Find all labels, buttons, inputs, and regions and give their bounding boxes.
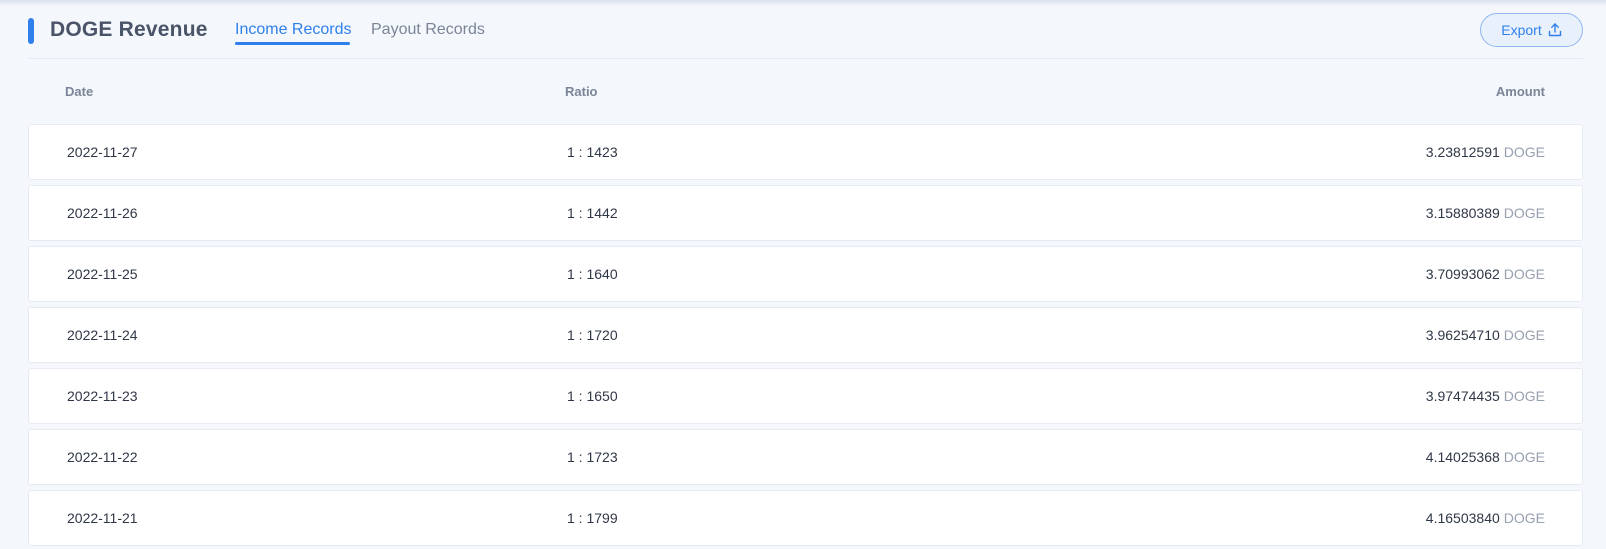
row-amount: 3.97474435 DOGE: [1426, 388, 1545, 404]
title-accent-bar: [28, 18, 34, 44]
row-ratio: 1 : 1723: [567, 449, 618, 465]
column-header-ratio: Ratio: [565, 84, 598, 99]
row-ratio: 1 : 1720: [567, 327, 618, 343]
row-date: 2022-11-26: [67, 205, 138, 221]
row-amount: 4.16503840 DOGE: [1426, 510, 1545, 526]
amount-unit: DOGE: [1503, 144, 1545, 160]
row-ratio: 1 : 1640: [567, 266, 618, 282]
table-row: 2022-11-22 1 : 1723 4.14025368 DOGE: [28, 429, 1583, 485]
row-amount: 3.23812591 DOGE: [1426, 144, 1545, 160]
row-amount: 4.14025368 DOGE: [1426, 449, 1545, 465]
upload-icon: [1548, 23, 1562, 37]
export-button-label: Export: [1501, 22, 1542, 38]
row-ratio: 1 : 1442: [567, 205, 618, 221]
amount-value: 4.16503840: [1425, 510, 1500, 526]
export-button[interactable]: Export: [1480, 13, 1583, 47]
row-date: 2022-11-27: [67, 144, 138, 160]
row-date: 2022-11-21: [67, 510, 138, 526]
table-row: 2022-11-21 1 : 1799 4.16503840 DOGE: [28, 490, 1583, 546]
amount-value: 3.15880389: [1425, 205, 1500, 221]
row-date: 2022-11-25: [67, 266, 138, 282]
row-date: 2022-11-23: [67, 388, 138, 404]
active-tab-indicator: [235, 42, 350, 45]
amount-unit: DOGE: [1503, 510, 1545, 526]
tab-income-records[interactable]: Income Records: [235, 21, 352, 39]
page-title: DOGE Revenue: [50, 18, 208, 41]
row-date: 2022-11-24: [67, 327, 138, 343]
amount-unit: DOGE: [1503, 388, 1545, 404]
column-header-amount: Amount: [1495, 84, 1545, 99]
row-ratio: 1 : 1650: [567, 388, 618, 404]
tab-payout-records[interactable]: Payout Records: [371, 21, 485, 39]
page-header: DOGE Revenue Income Records Payout Recor…: [28, 0, 1583, 59]
row-amount: 3.15880389 DOGE: [1426, 205, 1545, 221]
amount-value: 3.97474435: [1425, 388, 1500, 404]
row-ratio: 1 : 1423: [567, 144, 618, 160]
row-ratio: 1 : 1799: [567, 510, 618, 526]
amount-value: 3.70993062: [1425, 266, 1500, 282]
table-row: 2022-11-24 1 : 1720 3.96254710 DOGE: [28, 307, 1583, 363]
amount-unit: DOGE: [1503, 327, 1545, 343]
table-row: 2022-11-25 1 : 1640 3.70993062 DOGE: [28, 246, 1583, 302]
amount-value: 3.96254710: [1425, 327, 1500, 343]
amount-value: 4.14025368: [1425, 449, 1500, 465]
table-row: 2022-11-27 1 : 1423 3.23812591 DOGE: [28, 124, 1583, 180]
table-row: 2022-11-23 1 : 1650 3.97474435 DOGE: [28, 368, 1583, 424]
column-header-date: Date: [65, 84, 94, 99]
amount-unit: DOGE: [1503, 449, 1545, 465]
amount-unit: DOGE: [1503, 205, 1545, 221]
row-amount: 3.70993062 DOGE: [1426, 266, 1545, 282]
amount-value: 3.23812591: [1425, 144, 1500, 160]
row-amount: 3.96254710 DOGE: [1426, 327, 1545, 343]
amount-unit: DOGE: [1503, 266, 1545, 282]
row-date: 2022-11-22: [67, 449, 138, 465]
table-row: 2022-11-26 1 : 1442 3.15880389 DOGE: [28, 185, 1583, 241]
